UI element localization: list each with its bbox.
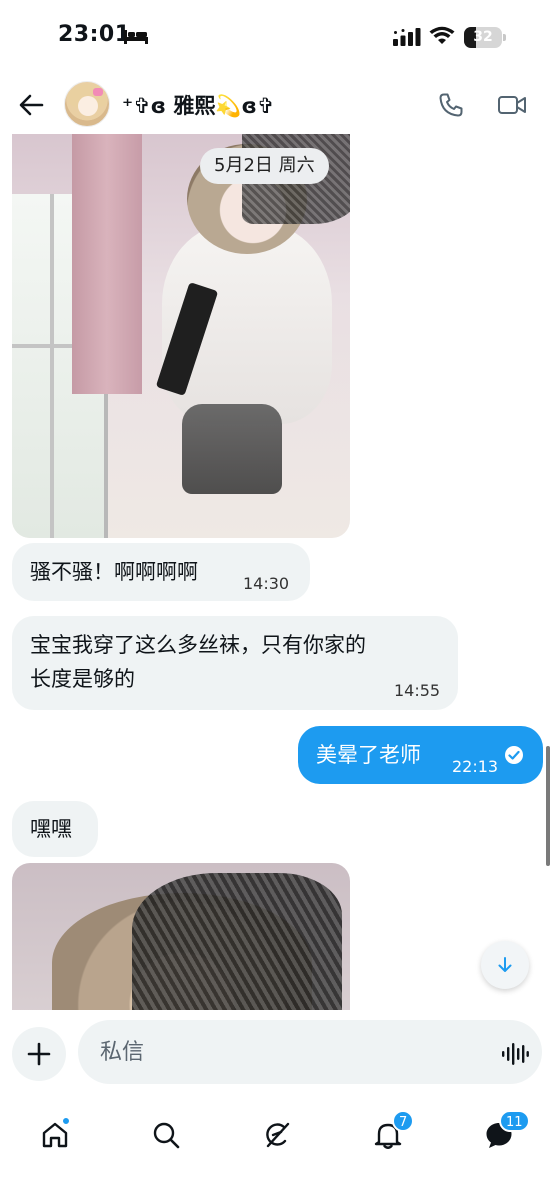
nav-messages[interactable]: 11	[469, 1108, 530, 1162]
message-text-line2: 长度是够的	[30, 667, 135, 691]
cellular-signal-icon	[393, 28, 421, 46]
voice-waveform-icon[interactable]	[501, 1042, 529, 1066]
outgoing-message[interactable]: 美晕了老师 22:13	[298, 726, 543, 784]
plus-icon	[27, 1042, 51, 1066]
nav-grok[interactable]	[247, 1108, 307, 1162]
bottom-navigation: 7 11	[0, 1096, 554, 1200]
add-attachment-button[interactable]	[12, 1027, 66, 1081]
message-thread[interactable]: 5月2日 周六 骚不骚！啊啊啊啊 14:30 宝宝我穿了这么多丝袜，只有你家的 …	[0, 134, 554, 1010]
message-text: 宝宝我穿了这么多丝袜，只有你家的	[30, 633, 366, 657]
video-camera-icon[interactable]	[497, 93, 527, 117]
arrow-down-icon	[498, 957, 512, 972]
incoming-message[interactable]: 骚不骚！啊啊啊啊 14:30	[12, 543, 310, 601]
notifications-badge: 7	[392, 1110, 415, 1132]
scrollbar[interactable]	[546, 746, 550, 866]
nav-home[interactable]	[25, 1108, 85, 1162]
phone-icon[interactable]	[438, 92, 464, 118]
photo-attachment[interactable]	[12, 863, 350, 1010]
bed-icon	[124, 30, 148, 44]
grok-icon	[266, 1122, 290, 1148]
new-content-dot	[62, 1117, 70, 1125]
photo-attachment[interactable]	[12, 134, 350, 538]
conversation-header: ⁺✞ɞ 雅熙💫ɞ✞	[0, 76, 554, 134]
scroll-to-bottom-button[interactable]	[481, 941, 529, 989]
read-check-icon	[505, 746, 523, 764]
nav-notifications[interactable]: 7	[358, 1108, 418, 1162]
wifi-icon	[429, 26, 455, 44]
messages-badge: 11	[499, 1110, 530, 1132]
message-composer	[0, 1010, 554, 1096]
message-text: 嘿嘿	[30, 817, 72, 841]
message-time: 14:55	[394, 681, 441, 700]
status-time: 23:01	[58, 22, 131, 47]
contact-display-name[interactable]: ⁺✞ɞ 雅熙💫ɞ✞	[122, 90, 274, 120]
battery-icon: 32	[464, 27, 506, 48]
battery-level-text: 32	[473, 29, 493, 45]
message-input[interactable]	[78, 1020, 542, 1084]
message-text: 骚不骚！啊啊啊啊	[30, 560, 198, 584]
message-text: 美晕了老师	[316, 743, 421, 767]
back-arrow-icon[interactable]	[18, 92, 44, 118]
incoming-message[interactable]: 宝宝我穿了这么多丝袜，只有你家的 长度是够的 14:55	[12, 616, 458, 710]
search-icon	[153, 1122, 180, 1149]
message-time: 14:30	[243, 574, 290, 593]
message-time: 22:13	[452, 757, 499, 776]
date-separator: 5月2日 周六	[200, 148, 329, 184]
status-bar: 23:01 32	[0, 0, 554, 76]
incoming-message[interactable]: 嘿嘿	[12, 801, 98, 857]
avatar[interactable]	[64, 81, 110, 127]
nav-search[interactable]	[136, 1108, 196, 1162]
